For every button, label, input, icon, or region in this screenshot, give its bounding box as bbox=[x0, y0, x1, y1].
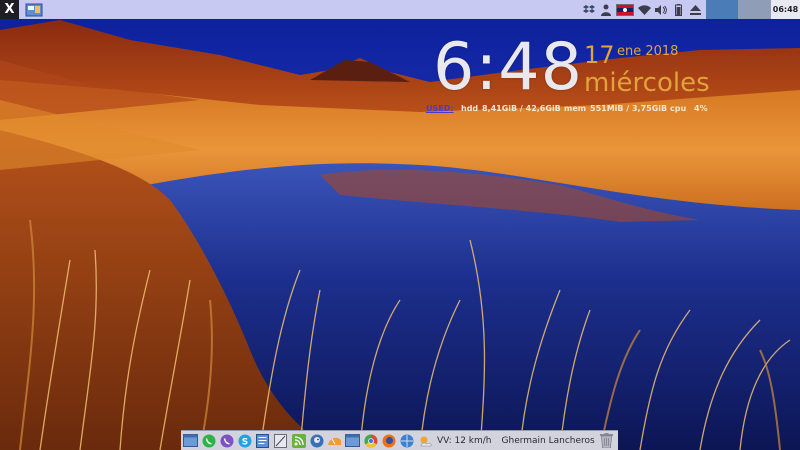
trash-icon[interactable] bbox=[599, 433, 614, 448]
weather-text: VV: 12 km/h bbox=[437, 435, 492, 446]
user-icon[interactable] bbox=[599, 3, 613, 17]
dock: S VV: 12 km/h Ghermain Lancheros bbox=[181, 430, 618, 450]
svg-text:S: S bbox=[241, 437, 247, 447]
panel-clock-time: 06:48 bbox=[772, 5, 799, 14]
cpu-value: 4% bbox=[694, 104, 708, 113]
conky-month-year: ene 2018 bbox=[617, 44, 679, 59]
conky-stats: USED: hdd 8,41GiB / 42,6GiB mem 551MiB /… bbox=[426, 103, 800, 115]
hdd-value: 8,41GiB / 42,6GiB bbox=[482, 104, 561, 113]
network-icon[interactable] bbox=[399, 433, 414, 448]
battery-icon[interactable] bbox=[671, 3, 685, 17]
hdd-label: hdd bbox=[461, 104, 479, 113]
conky-widget: 6:48 17 ene 2018 miércoles USED: hdd 8,4… bbox=[426, 30, 800, 120]
eject-icon[interactable] bbox=[688, 3, 702, 17]
used-label: USED: bbox=[426, 104, 454, 113]
weather-icon[interactable] bbox=[417, 433, 432, 448]
viber-icon[interactable] bbox=[219, 433, 234, 448]
whatsapp-icon[interactable] bbox=[201, 433, 216, 448]
file-manager-launcher-button[interactable] bbox=[23, 0, 45, 19]
application-menu-button[interactable]: X bbox=[0, 0, 19, 19]
bird-icon[interactable] bbox=[309, 433, 324, 448]
cake-icon[interactable] bbox=[327, 433, 342, 448]
wifi-icon[interactable] bbox=[637, 3, 651, 17]
conky-day: 17 bbox=[584, 41, 615, 69]
volume-icon[interactable] bbox=[654, 3, 668, 17]
skype-icon[interactable]: S bbox=[237, 433, 252, 448]
calculator-icon[interactable] bbox=[273, 433, 288, 448]
dropbox-icon[interactable] bbox=[582, 3, 596, 17]
mem-label: mem bbox=[564, 104, 587, 113]
user-name: Ghermain Lancheros bbox=[501, 435, 595, 446]
system-tray bbox=[582, 0, 702, 19]
panel-clock[interactable]: 06:48 bbox=[770, 0, 800, 19]
file-manager-icon[interactable] bbox=[183, 433, 198, 448]
top-panel: X 06:48 bbox=[0, 0, 800, 19]
conky-weekday: miércoles bbox=[584, 68, 710, 98]
conky-time: 6:48 bbox=[433, 30, 583, 105]
folder-icon[interactable] bbox=[345, 433, 360, 448]
keyboard-flag-icon[interactable] bbox=[616, 3, 634, 16]
rss-icon[interactable] bbox=[291, 433, 306, 448]
menu-button-label: X bbox=[4, 2, 15, 17]
text-editor-icon[interactable] bbox=[255, 433, 270, 448]
firefox-icon[interactable] bbox=[381, 433, 396, 448]
cpu-label: cpu bbox=[670, 104, 687, 113]
workspace-pager bbox=[706, 0, 770, 19]
workspace-2[interactable] bbox=[738, 0, 770, 19]
mem-value: 551MiB / 3,75GiB bbox=[590, 104, 668, 113]
chrome-icon[interactable] bbox=[363, 433, 378, 448]
folder-launcher-icon bbox=[25, 3, 43, 16]
workspace-1[interactable] bbox=[706, 0, 738, 19]
